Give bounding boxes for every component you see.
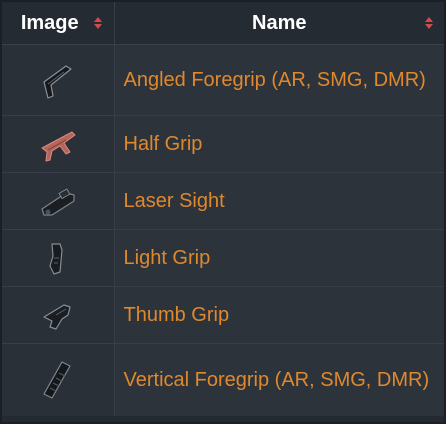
attachments-table-container: Image Name Angled Foregrip (AR, SMG, DMR… bbox=[0, 0, 446, 424]
light-grip-icon[interactable] bbox=[36, 236, 80, 280]
table-header-row: Image Name bbox=[2, 2, 444, 45]
table-row: Thumb Grip bbox=[2, 286, 444, 344]
image-cell bbox=[2, 286, 115, 344]
item-link[interactable]: Laser Sight bbox=[124, 190, 225, 212]
item-link[interactable]: Vertical Foregrip (AR, SMG, DMR) bbox=[124, 369, 430, 391]
image-cell bbox=[2, 229, 115, 287]
item-link[interactable]: Light Grip bbox=[124, 247, 211, 269]
half-grip-icon[interactable] bbox=[36, 122, 80, 166]
angled-foregrip-icon[interactable] bbox=[36, 58, 80, 102]
table-row: Angled Foregrip (AR, SMG, DMR) bbox=[2, 44, 444, 116]
image-cell bbox=[2, 115, 115, 173]
table-row: Half Grip bbox=[2, 115, 444, 173]
item-link[interactable]: Angled Foregrip (AR, SMG, DMR) bbox=[124, 69, 426, 91]
name-cell: Thumb Grip bbox=[114, 286, 444, 344]
column-header-name[interactable]: Name bbox=[114, 2, 444, 45]
table-row: Laser Sight bbox=[2, 172, 444, 230]
attachments-table: Image Name Angled Foregrip (AR, SMG, DMR… bbox=[2, 2, 444, 416]
name-cell: Vertical Foregrip (AR, SMG, DMR) bbox=[114, 343, 444, 416]
column-header-name-label: Name bbox=[252, 11, 307, 34]
table-row: Vertical Foregrip (AR, SMG, DMR) bbox=[2, 343, 444, 416]
name-cell: Half Grip bbox=[114, 115, 444, 173]
item-link[interactable]: Thumb Grip bbox=[124, 304, 230, 326]
image-cell bbox=[2, 44, 115, 116]
name-cell: Light Grip bbox=[114, 229, 444, 287]
item-link[interactable]: Half Grip bbox=[124, 133, 203, 155]
vertical-foregrip-icon[interactable] bbox=[36, 358, 80, 402]
sort-updown-icon[interactable] bbox=[424, 16, 434, 30]
sort-updown-icon[interactable] bbox=[93, 16, 103, 30]
thumb-grip-icon[interactable] bbox=[36, 293, 80, 337]
column-header-image[interactable]: Image bbox=[2, 2, 115, 45]
image-cell bbox=[2, 343, 115, 416]
laser-sight-icon[interactable] bbox=[36, 179, 80, 223]
image-cell bbox=[2, 172, 115, 230]
name-cell: Angled Foregrip (AR, SMG, DMR) bbox=[114, 44, 444, 116]
name-cell: Laser Sight bbox=[114, 172, 444, 230]
table-row: Light Grip bbox=[2, 229, 444, 287]
column-header-image-label: Image bbox=[20, 11, 79, 34]
